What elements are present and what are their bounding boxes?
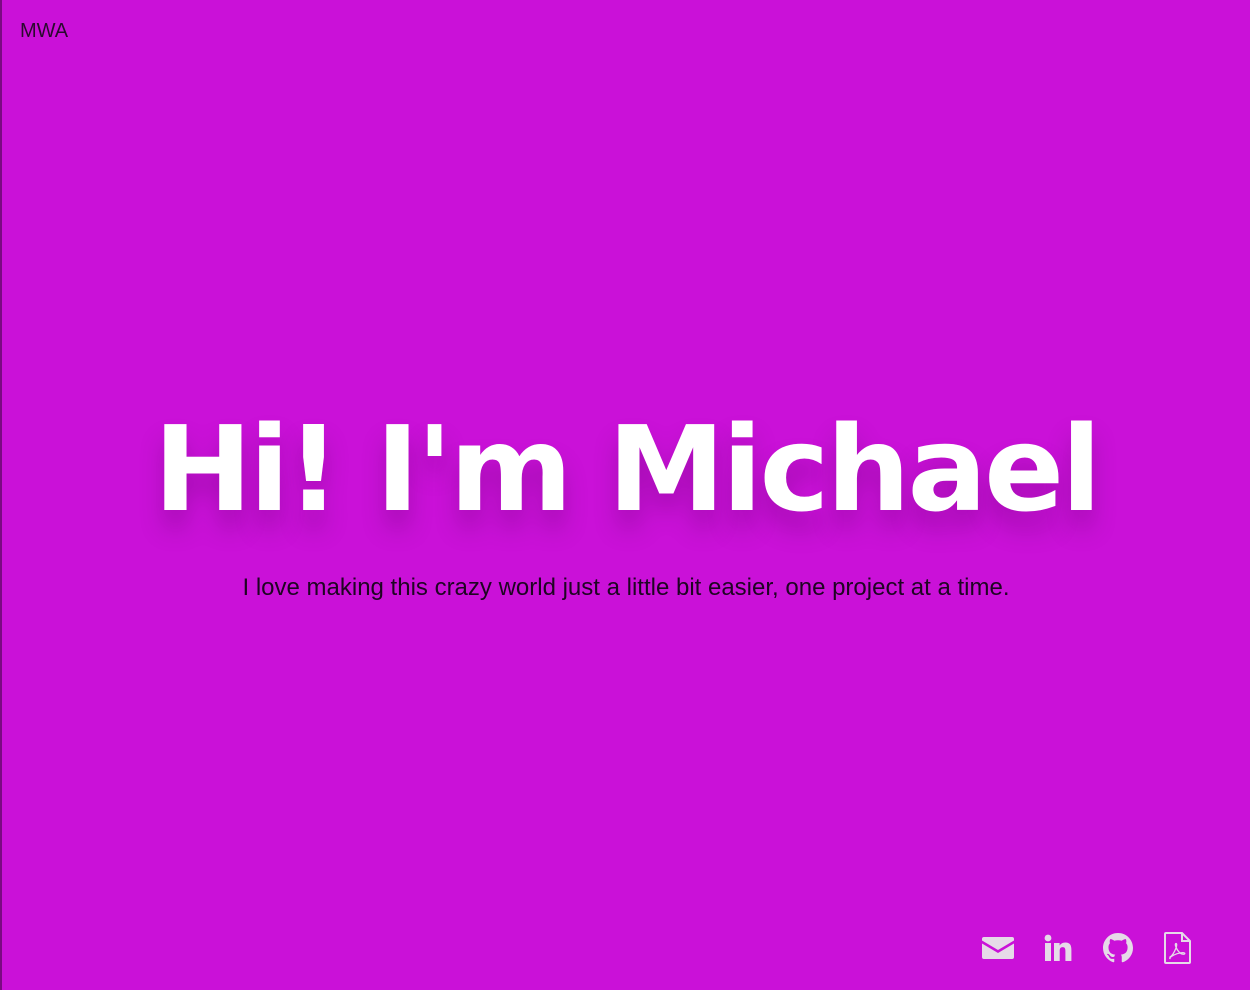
pdf-file-icon xyxy=(1164,932,1192,964)
hero-title: Hi! I'm Michael xyxy=(153,400,1101,538)
email-link[interactable] xyxy=(968,928,1028,968)
linkedin-link[interactable] xyxy=(1028,928,1088,968)
logo-link[interactable]: MWA xyxy=(20,20,68,43)
social-links xyxy=(968,928,1208,968)
hero-subtitle: I love making this crazy world just a li… xyxy=(242,574,1010,601)
github-link[interactable] xyxy=(1088,928,1148,968)
hero-section: Hi! I'm Michael I love making this crazy… xyxy=(2,410,1250,602)
linkedin-icon xyxy=(1044,934,1072,962)
envelope-icon xyxy=(982,935,1014,961)
github-icon xyxy=(1103,933,1133,963)
resume-pdf-link[interactable] xyxy=(1148,928,1208,968)
